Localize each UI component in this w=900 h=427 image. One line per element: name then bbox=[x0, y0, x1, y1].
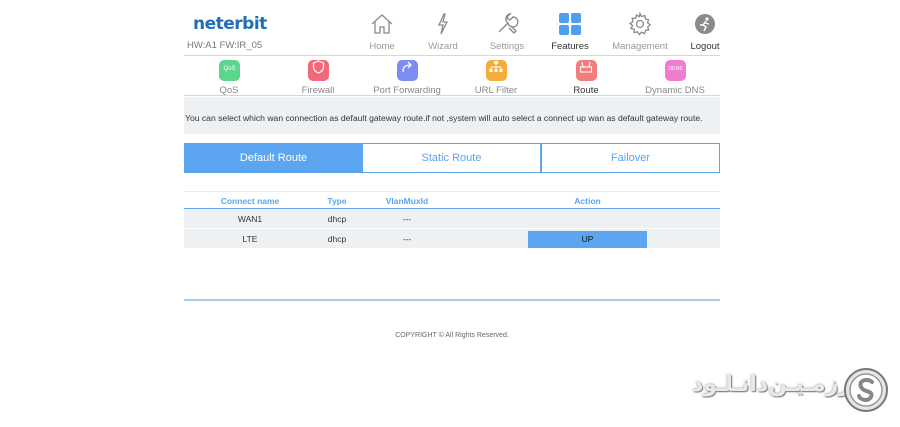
hardware-firmware-version: HW:A1 FW:IR_05 bbox=[187, 40, 263, 51]
copyright-text: COPYRIGHT © All Rights Reserved. bbox=[395, 332, 509, 339]
cell-type: dhcp bbox=[327, 214, 347, 224]
ddns-icon: DDNS bbox=[664, 60, 686, 81]
cell-type: dhcp bbox=[327, 234, 347, 244]
header-connect-name: Connect name bbox=[220, 196, 280, 206]
nav-management-label: Management bbox=[612, 41, 668, 52]
nav-wizard[interactable]: Wizard bbox=[411, 10, 475, 54]
watermark: سـرزمـیـن‌دانـلـود bbox=[692, 366, 892, 418]
svg-text:QoS: QoS bbox=[223, 66, 235, 72]
subnav-url-filter[interactable]: URL Filter bbox=[451, 57, 541, 96]
subnav-divider bbox=[184, 95, 720, 96]
cell-connect-name: WAN1 bbox=[237, 214, 263, 224]
nav-home[interactable]: Home bbox=[350, 10, 414, 54]
gear-icon bbox=[628, 12, 652, 36]
copyright: COPYRIGHT © All Rights Reserved. bbox=[0, 332, 900, 339]
watermark-logo-icon bbox=[844, 368, 888, 412]
home-icon bbox=[371, 14, 393, 34]
tab-failover[interactable]: Failover bbox=[541, 143, 720, 173]
nav-home-label: Home bbox=[369, 41, 395, 52]
nav-features-label: Features bbox=[551, 41, 589, 52]
brand-logo: neterbit bbox=[193, 14, 267, 36]
nav-wizard-label: Wizard bbox=[428, 41, 458, 52]
wizard-icon bbox=[437, 13, 449, 35]
nav-logout-label: Logout bbox=[690, 41, 720, 52]
subnav-route[interactable]: Route bbox=[541, 57, 631, 96]
table-header: Connect name Type VlanMuxId Action bbox=[184, 191, 720, 209]
subnav-port-forwarding[interactable]: Port Forwarding bbox=[362, 57, 452, 96]
info-message: You can select which wan connection as d… bbox=[185, 113, 703, 123]
logo-text: neterbit bbox=[193, 14, 267, 34]
nav-logout[interactable]: Logout bbox=[673, 10, 737, 54]
cell-vlanmuxid: --- bbox=[402, 234, 412, 244]
route-table: Connect name Type VlanMuxId Action WAN1 … bbox=[184, 191, 720, 249]
network-icon bbox=[485, 60, 507, 81]
nav-management[interactable]: Management bbox=[608, 10, 672, 54]
footer-divider bbox=[184, 299, 720, 301]
header-action: Action bbox=[574, 196, 601, 206]
nav-settings[interactable]: Settings bbox=[475, 10, 539, 54]
header-vlanmuxid: VlanMuxId bbox=[385, 196, 429, 206]
router-icon bbox=[575, 60, 597, 81]
nav-settings-label: Settings bbox=[489, 41, 525, 52]
qos-icon: QoS bbox=[218, 60, 240, 81]
nav-features[interactable]: Features bbox=[538, 10, 602, 54]
table-row: WAN1 dhcp --- bbox=[184, 209, 720, 229]
grid-icon bbox=[559, 13, 581, 35]
cell-vlanmuxid: --- bbox=[402, 214, 412, 224]
subnav-firewall[interactable]: Firewall bbox=[273, 57, 363, 96]
subnav-qos[interactable]: QoS QoS bbox=[184, 57, 274, 96]
tab-default-route[interactable]: Default Route bbox=[184, 143, 363, 173]
wrench-icon bbox=[498, 12, 519, 34]
svg-text:DDNS: DDNS bbox=[668, 66, 683, 72]
header-divider bbox=[184, 55, 720, 56]
header-type: Type bbox=[327, 196, 347, 206]
shield-icon bbox=[307, 60, 329, 81]
logout-icon bbox=[695, 14, 715, 34]
up-button[interactable]: UP bbox=[528, 231, 647, 248]
cell-connect-name: LTE bbox=[242, 234, 258, 244]
tab-static-route[interactable]: Static Route bbox=[362, 143, 541, 173]
forward-arrow-icon bbox=[396, 60, 418, 81]
table-row: LTE dhcp --- UP bbox=[184, 229, 720, 249]
subnav-dynamic-dns[interactable]: DDNS Dynamic DNS bbox=[630, 57, 720, 96]
